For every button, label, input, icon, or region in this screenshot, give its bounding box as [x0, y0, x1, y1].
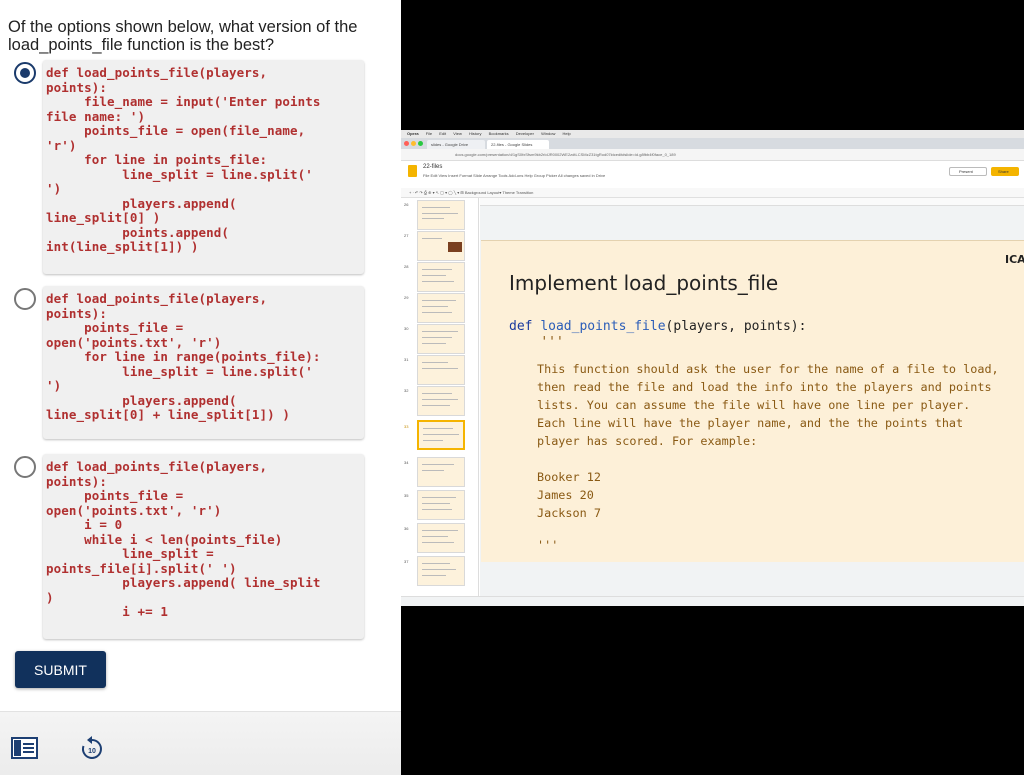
docstring-close: ''': [537, 538, 559, 552]
current-slide: ICA Implement load_points_file def load_…: [481, 240, 1024, 562]
share-button: Share: [991, 167, 1019, 176]
option-1-code-text: def load_points_file(players, points): f…: [46, 65, 321, 254]
menu-item: File: [425, 131, 433, 136]
menu-item: Window: [541, 131, 556, 136]
slide-number: 30: [404, 326, 409, 331]
lecture-video[interactable]: Opera File Edit View History Bookmarks D…: [401, 0, 1024, 775]
menu-item: Help: [562, 131, 571, 136]
slide-thumbnail: [417, 200, 465, 230]
browser-tabbar: slides - Google Drive 22-files - Google …: [401, 138, 1024, 149]
slide-thumbnail-selected: [417, 420, 465, 450]
slide-number: 37: [404, 559, 409, 564]
notes-icon[interactable]: [11, 737, 38, 759]
present-button: Present: [949, 167, 987, 176]
recorded-screen: Opera File Edit View History Bookmarks D…: [401, 130, 1024, 606]
menu-item: History: [469, 131, 482, 136]
document-title: 22-files: [423, 164, 443, 170]
slide-code-signature: def load_points_file(players, points): '…: [509, 319, 806, 351]
menu-item: Edit: [439, 131, 447, 136]
slide-thumbnail: [417, 386, 465, 416]
slide-number-selected: 33: [404, 424, 409, 429]
slide-thumbnail: [417, 556, 465, 586]
browser-tab: slides - Google Drive: [427, 140, 485, 149]
slide-example-data: Booker 12 James 20 Jackson 7: [537, 470, 601, 520]
horizontal-ruler: [480, 198, 1024, 206]
option-3-radio[interactable]: [14, 456, 36, 478]
slides-logo-icon: [408, 165, 417, 177]
slide-filmstrip: 26 27 28 29 30 31 32 33 34 35 36 37: [401, 198, 479, 606]
code-keyword: def: [509, 319, 533, 334]
slides-toolbar: + · ↶ ↷ ⎙ ⊕ ▾ ↖ ▢ ▾ ◯ ╲ ▾ ⊞ Background L…: [401, 188, 1024, 198]
slide-number: 27: [404, 233, 409, 238]
menu-item: Bookmarks: [488, 131, 509, 136]
slide-number: 26: [404, 202, 409, 207]
slide-thumbnail: [417, 293, 465, 323]
code-arguments: (players, points):: [665, 319, 807, 334]
submit-button[interactable]: SUBMIT: [15, 651, 106, 688]
slide-thumbnail: [417, 490, 465, 520]
zoom-window-icon: [418, 141, 423, 146]
slide-number: 31: [404, 357, 409, 362]
slides-menu: File Edit View Insert Format Slide Arran…: [423, 173, 606, 178]
mac-menubar: Opera File Edit View History Bookmarks D…: [401, 130, 1024, 138]
question-text: Of the options shown below, what version…: [8, 18, 358, 54]
slide-number: 28: [404, 264, 409, 269]
option-2-code[interactable]: def load_points_file(players, points): p…: [43, 286, 364, 439]
player-controls-bar: 10: [0, 711, 401, 775]
slide-thumbnail: [417, 262, 465, 292]
replay-seconds: 10: [88, 748, 96, 755]
replay-10-icon[interactable]: 10: [80, 735, 104, 761]
slide-thumbnail: [417, 355, 465, 385]
address-bar: docs.google.com/presentation/d/1gS0fxSfs…: [401, 149, 1024, 161]
url-text: docs.google.com/presentation/d/1gS0fxSfs…: [455, 152, 676, 157]
close-window-icon: [404, 141, 409, 146]
slides-footer: [401, 596, 1024, 606]
slide-thumbnail: [417, 523, 465, 553]
slide-number: 36: [404, 526, 409, 531]
slide-thumbnail: [417, 324, 465, 354]
browser-tab-active: 22-files - Google Slides: [487, 140, 549, 149]
slide-corner-label: ICA: [1005, 253, 1024, 266]
docstring-open: ''': [540, 335, 564, 350]
slides-app-header: 22-files File Edit View Insert Format Sl…: [401, 161, 1024, 188]
option-2-code-text: def load_points_file(players, points): p…: [46, 291, 321, 422]
option-1-radio[interactable]: [14, 62, 36, 84]
minimize-window-icon: [411, 141, 416, 146]
slide-number: 35: [404, 493, 409, 498]
slide-description: This function should ask the user for th…: [537, 362, 999, 448]
slide-thumbnail: [417, 231, 465, 261]
slide-number: 34: [404, 460, 409, 465]
quiz-panel: Of the options shown below, what version…: [0, 0, 401, 775]
menu-item: Developer: [515, 131, 534, 136]
option-2-radio[interactable]: [14, 288, 36, 310]
slide-title: Implement load_points_file: [509, 271, 779, 295]
slide-number: 29: [404, 295, 409, 300]
menu-item: Opera: [407, 131, 419, 136]
slide-thumbnail: [417, 457, 465, 487]
code-function-name: load_points_file: [540, 319, 666, 334]
menu-item: View: [453, 131, 462, 136]
option-3-code[interactable]: def load_points_file(players, points): p…: [43, 454, 364, 639]
option-1-code[interactable]: def load_points_file(players, points): f…: [43, 60, 364, 274]
slide-number: 32: [404, 388, 409, 393]
option-3-code-text: def load_points_file(players, points): p…: [46, 459, 321, 619]
